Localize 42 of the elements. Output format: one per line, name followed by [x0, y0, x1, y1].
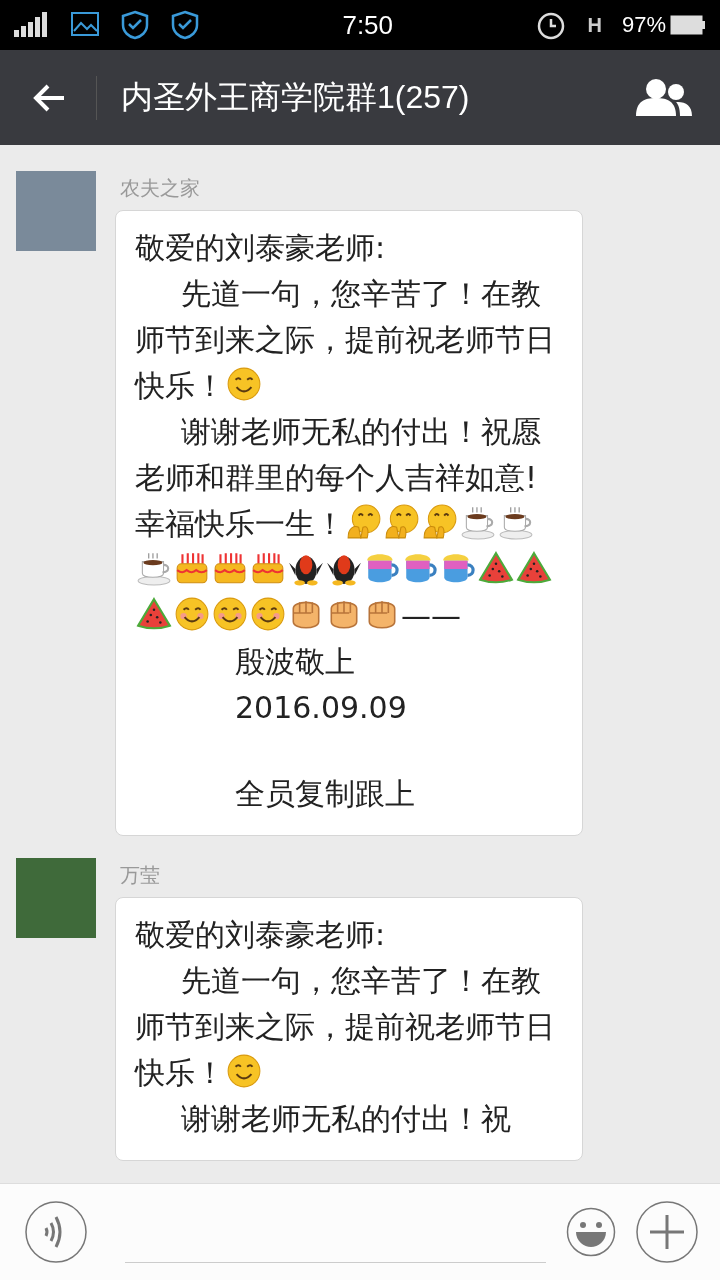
back-arrow-icon[interactable]	[32, 82, 66, 113]
coffee-cup-icon	[460, 504, 496, 540]
battery-percent: 97%	[621, 12, 666, 38]
birthday-cake-icon	[174, 550, 210, 586]
message-text: 谢谢老师无私的付出！祝	[180, 1100, 512, 1138]
signal-icon	[14, 12, 50, 38]
smiley-emoji-icon	[226, 1053, 262, 1089]
watermelon-slice-icon	[478, 550, 514, 586]
watermelon-slice-icon	[136, 596, 172, 632]
birthday-cake-icon	[250, 550, 286, 586]
image-icon	[70, 11, 100, 39]
voice-icon[interactable]	[25, 1201, 87, 1263]
hugging-face-emoji-icon	[346, 504, 382, 540]
hugging-face-emoji-icon	[384, 504, 420, 540]
clock-time: 7:50	[342, 9, 394, 41]
sender-name: 农夫之家	[120, 175, 200, 202]
blushing-smile-emoji-icon	[250, 596, 286, 632]
chat-title: 内圣外王商学院群1(257)	[121, 77, 471, 117]
network-type: H	[587, 13, 602, 37]
emoji-icon[interactable]	[566, 1207, 616, 1257]
smiley-emoji-icon	[226, 366, 262, 402]
group-members-icon[interactable]	[636, 77, 692, 118]
message-text: 敬爱的刘泰豪老师:	[135, 916, 387, 954]
message-text: 先道一句，您辛苦了！在教师节到来之际，提前祝老师节日快乐！	[135, 962, 556, 1092]
coffee-cup-icon	[498, 504, 534, 540]
sender-name: 万莹	[120, 862, 160, 889]
plus-icon[interactable]	[636, 1201, 698, 1263]
shield-check-icon	[170, 10, 200, 40]
coffee-cup-icon	[136, 550, 172, 586]
birthday-cake-icon	[212, 550, 248, 586]
message-text: 敬爱的刘泰豪老师:	[135, 229, 387, 267]
message-text: 2016.09.09	[234, 689, 408, 727]
message-text: 殷波敬上	[234, 643, 356, 681]
message-text: 先道一句，您辛苦了！在教师节到来之际，提前祝老师节日快乐！	[135, 275, 556, 405]
hugging-face-emoji-icon	[422, 504, 458, 540]
message-text: 谢谢老师无私的付出！祝愿老师和群里的每个人吉祥如意!幸福快乐一生！ ——	[135, 409, 564, 639]
battery-icon	[670, 15, 706, 35]
watermelon-slice-icon	[516, 550, 552, 586]
message-text: 全员复制跟上	[234, 775, 416, 813]
blushing-smile-emoji-icon	[212, 596, 248, 632]
shield-check-icon	[120, 10, 150, 40]
blushing-smile-emoji-icon	[174, 596, 210, 632]
